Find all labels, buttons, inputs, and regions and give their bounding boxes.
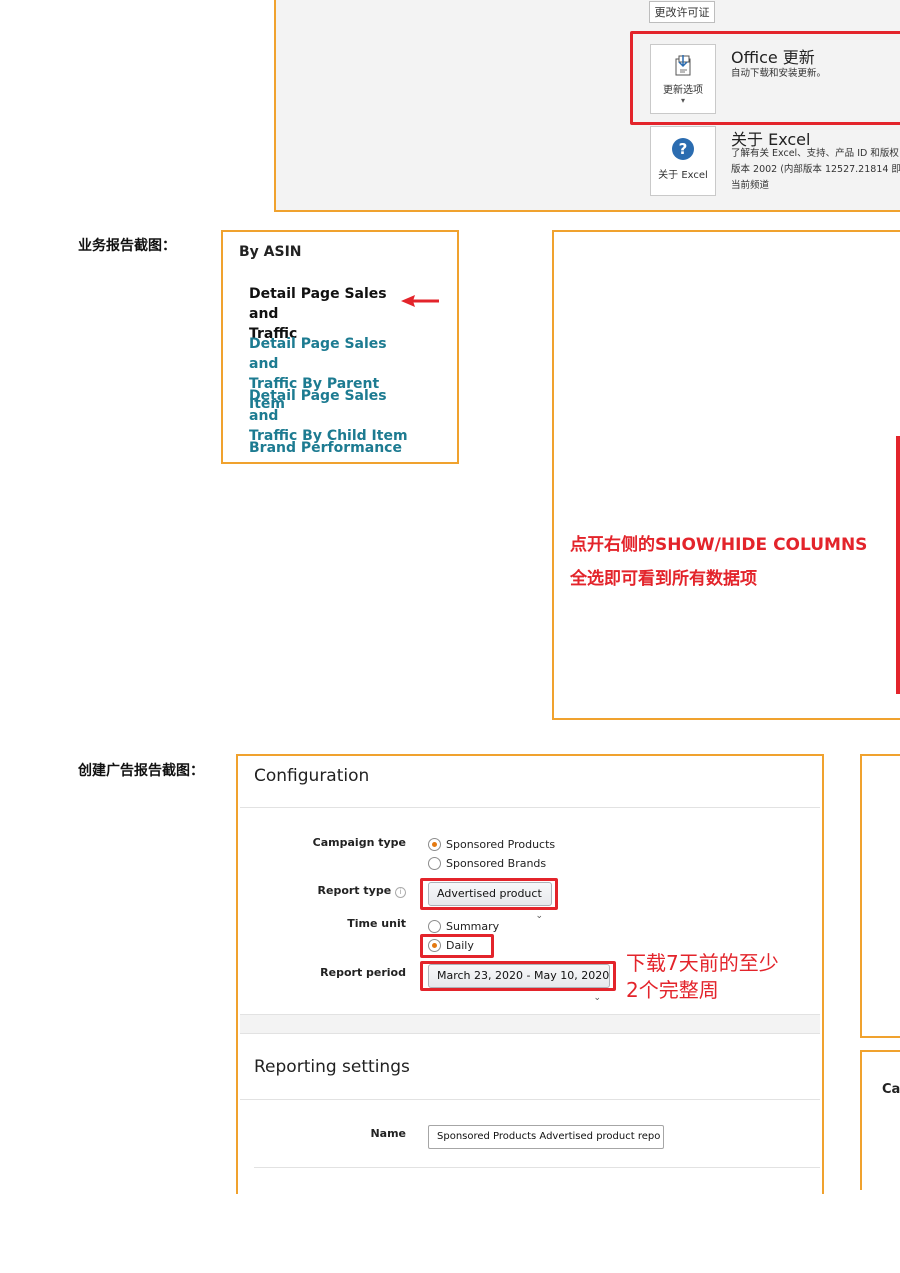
- report-name-input[interactable]: Sponsored Products Advertised product re…: [428, 1125, 664, 1149]
- excel-account-panel: 更改许可证 更新选项 ▾ Office 更新 自动下载和安装更新。 ? 关于 E…: [274, 0, 900, 212]
- radio-label: Sponsored Brands: [446, 857, 547, 870]
- download-period-annotation-1: 下载7天前的至少: [626, 951, 779, 975]
- note-line-2: 全选即可看到所有数据项: [570, 569, 757, 589]
- report-period-value: March 23, 2020 - May 10, 2020: [437, 969, 610, 982]
- radio-unselected-icon: [428, 920, 441, 933]
- ad-report-configuration-panel: Configuration Campaign type Sponsored Pr…: [236, 754, 824, 1194]
- right-panel-bottom: Ca: [860, 1050, 900, 1190]
- report-period-select[interactable]: March 23, 2020 - May 10, 2020 ⌄: [428, 964, 610, 1003]
- reporting-settings-title: Reporting settings: [254, 1057, 410, 1077]
- right-panel-top: [860, 754, 900, 1038]
- asin-item-line: Detail Page Sales and: [249, 286, 387, 322]
- campaign-option-sponsored-products[interactable]: Sponsored Products: [428, 838, 555, 851]
- radio-selected-icon: [428, 838, 441, 851]
- update-download-icon: [675, 55, 691, 76]
- about-excel-desc-3: 当前频道: [731, 180, 770, 191]
- divider: [240, 1099, 820, 1100]
- office-update-desc: 自动下载和安装更新。: [731, 68, 827, 79]
- campaign-option-sponsored-brands[interactable]: Sponsored Brands: [428, 857, 546, 870]
- show-hide-columns-note-panel: 点开右侧的SHOW/HIDE COLUMNS 全选即可看到所有数据项: [552, 230, 900, 720]
- chevron-down-icon: ⌄: [593, 993, 601, 1003]
- report-type-label-text: Report type: [317, 884, 392, 897]
- time-unit-label: Time unit: [347, 917, 406, 930]
- campaign-type-label: Campaign type: [312, 836, 406, 849]
- radio-label: Sponsored Products: [446, 838, 556, 851]
- office-update-title: Office 更新: [731, 48, 815, 67]
- radio-unselected-icon: [428, 857, 441, 870]
- about-excel-button-label: 关于 Excel: [658, 170, 708, 181]
- report-type-label: Report type i: [256, 884, 406, 898]
- download-period-annotation-2: 2个完整周: [626, 978, 719, 1002]
- right-panel-partial-text: Ca: [882, 1082, 900, 1097]
- report-type-value: Advertised product: [437, 887, 542, 900]
- divider: [240, 1033, 820, 1034]
- time-unit-option-daily[interactable]: Daily: [428, 939, 474, 952]
- arrow-left-icon: [401, 295, 439, 307]
- asin-item-brand-performance[interactable]: Brand Performance: [249, 438, 419, 458]
- info-icon[interactable]: i: [395, 887, 406, 898]
- report-type-select[interactable]: Advertised product ⌄: [428, 882, 552, 921]
- configuration-title: Configuration: [254, 766, 370, 786]
- asin-item-line: Detail Page Sales and: [249, 336, 387, 372]
- section-gap: [240, 1015, 820, 1033]
- time-unit-option-summary[interactable]: Summary: [428, 920, 499, 933]
- ad-report-label: 创建广告报告截图：: [78, 763, 204, 779]
- update-options-button[interactable]: 更新选项 ▾: [650, 44, 716, 114]
- svg-text:?: ?: [679, 140, 688, 158]
- divider: [240, 807, 820, 808]
- radio-selected-icon: [428, 939, 441, 952]
- asin-item-line: Detail Page Sales and: [249, 388, 387, 424]
- business-report-label: 业务报告截图：: [78, 238, 176, 254]
- change-license-button[interactable]: 更改许可证: [649, 1, 715, 23]
- radio-label: Summary: [446, 920, 500, 933]
- report-name-label: Name: [370, 1127, 406, 1140]
- chevron-down-icon: ▾: [680, 96, 685, 105]
- chevron-down-icon: ⌄: [535, 911, 543, 921]
- asin-item-by-child[interactable]: Detail Page Sales and Traffic By Child I…: [249, 386, 419, 446]
- highlight-edge: [896, 436, 900, 694]
- note-line-1: 点开右侧的SHOW/HIDE COLUMNS: [570, 535, 868, 555]
- help-question-icon: ?: [672, 138, 694, 160]
- divider: [254, 1167, 820, 1168]
- update-options-label: 更新选项: [663, 85, 703, 96]
- about-excel-desc-2: 版本 2002 (内部版本 12527.21814 即点: [731, 164, 900, 175]
- radio-label: Daily: [446, 939, 474, 952]
- about-excel-button[interactable]: ? 关于 Excel: [650, 126, 716, 196]
- asin-item-line: Brand Performance: [249, 440, 402, 456]
- asin-heading: By ASIN: [239, 244, 302, 260]
- report-period-label: Report period: [320, 966, 406, 979]
- asin-report-panel: By ASIN Detail Page Sales and Traffic De…: [221, 230, 459, 464]
- about-excel-desc-1: 了解有关 Excel、支持、产品 ID 和版权: [731, 148, 899, 159]
